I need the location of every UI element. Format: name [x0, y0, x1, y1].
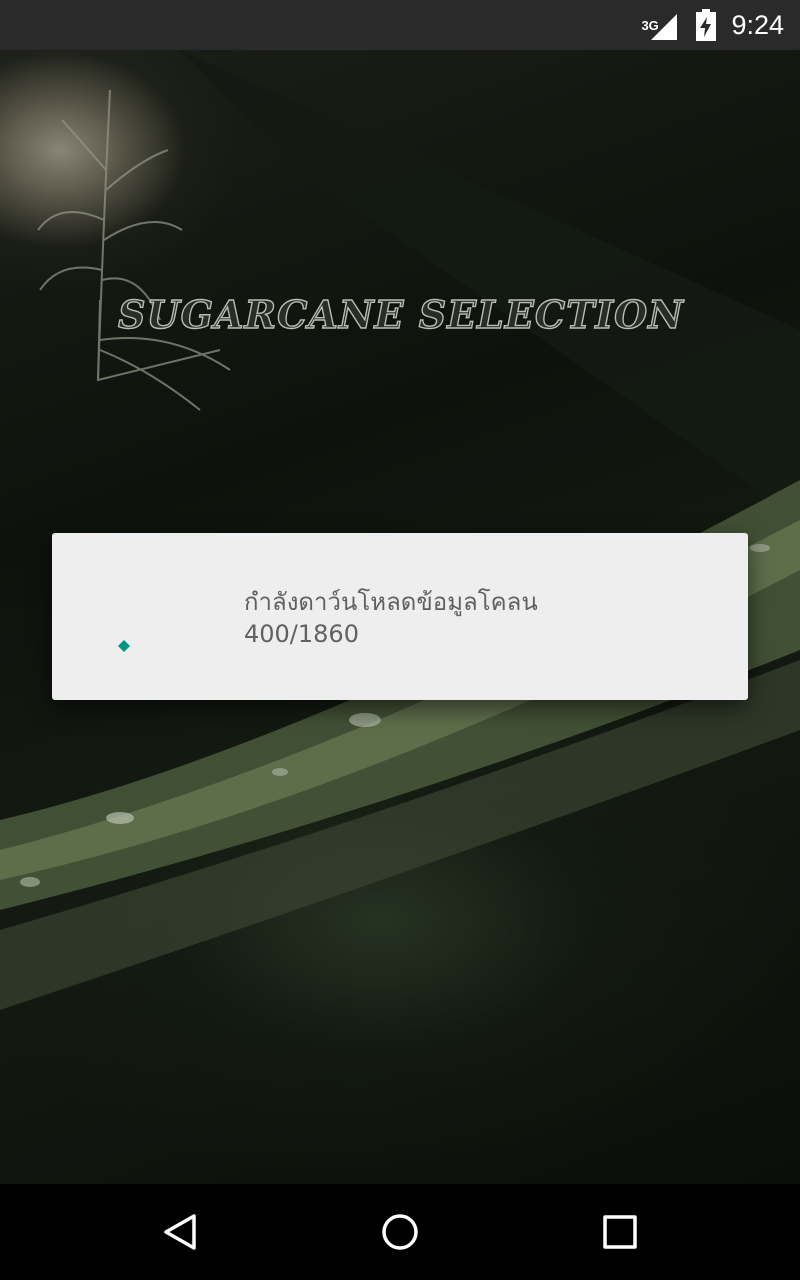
recents-icon[interactable]	[596, 1208, 644, 1256]
dialog-message: กำลังดาว์นโหลดข้อมูลโคลน 400/1860	[244, 586, 724, 650]
home-icon[interactable]	[376, 1208, 424, 1256]
download-status-text: กำลังดาว์นโหลดข้อมูลโคลน	[244, 588, 538, 616]
download-progress-count: 400/1860	[244, 620, 359, 648]
network-type-label: 3G	[641, 18, 659, 33]
signal-icon: 3G	[641, 8, 681, 42]
battery-charging-icon	[695, 9, 717, 41]
status-bar: 3G 9:24	[0, 0, 800, 50]
sugarcane-logo-icon	[37, 89, 231, 411]
progress-spinner-icon	[118, 640, 130, 652]
app-logo-title: SUGARCANE SELECTION	[117, 291, 684, 337]
clock-time: 9:24	[731, 9, 784, 40]
back-icon[interactable]	[156, 1208, 204, 1256]
